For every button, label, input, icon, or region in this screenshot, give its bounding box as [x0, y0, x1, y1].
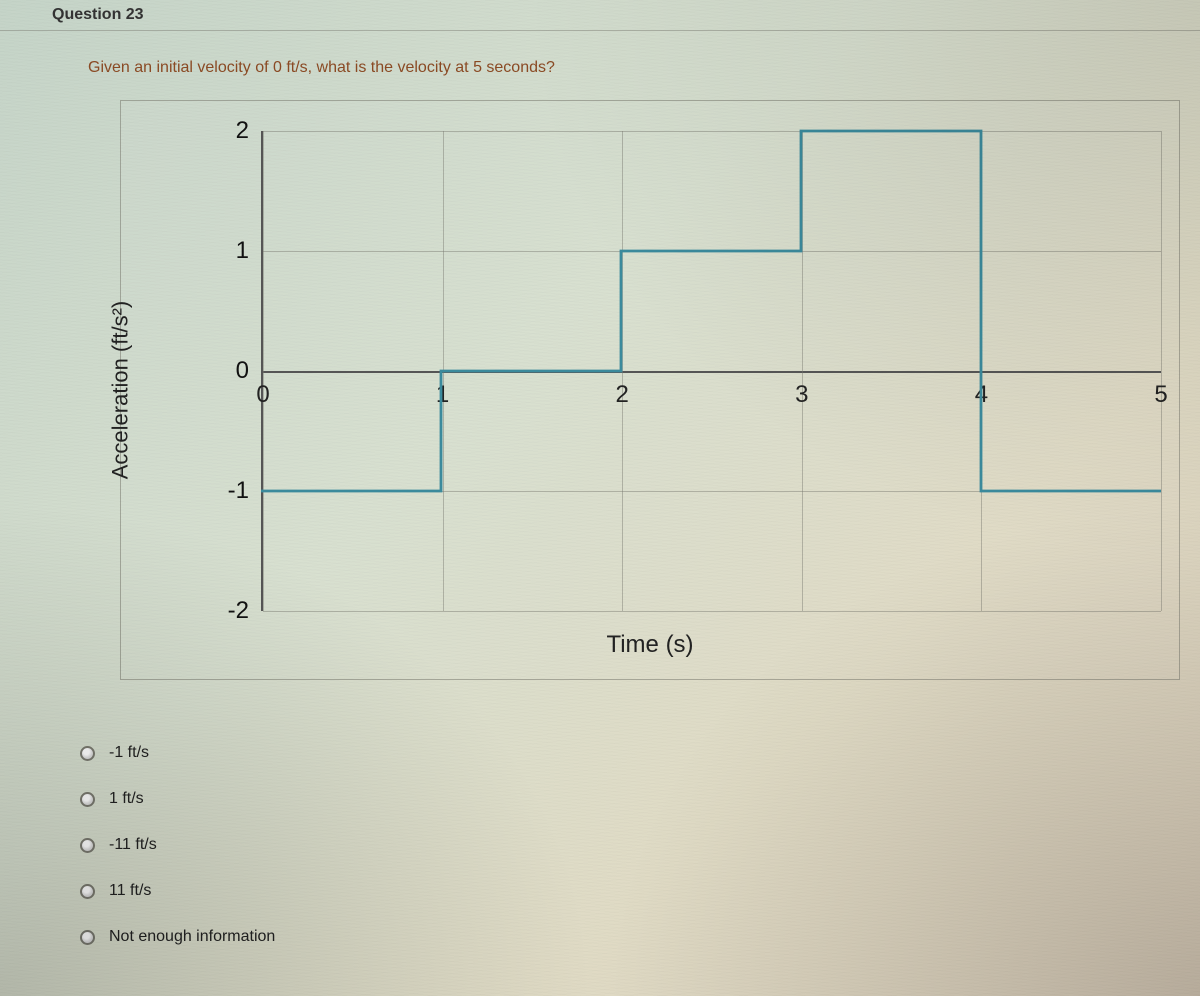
radio-icon[interactable]	[80, 746, 95, 761]
answer-option[interactable]: 11 ft/s	[80, 868, 275, 914]
answer-option[interactable]: -1 ft/s	[80, 730, 275, 776]
y-axis-label: Acceleration (ft/s²)	[107, 301, 133, 480]
ytick-1: 1	[236, 237, 249, 265]
answer-label: -1 ft/s	[109, 744, 149, 762]
ytick--1: -1	[228, 477, 249, 505]
ytick--2: -2	[228, 597, 249, 625]
question-prompt: Given an initial velocity of 0 ft/s, wha…	[0, 31, 1200, 97]
gridline-y-1	[263, 251, 1161, 252]
radio-icon[interactable]	[80, 792, 95, 807]
xtick-1: 1	[436, 381, 449, 409]
gridline-x-4	[981, 131, 982, 611]
xtick-5: 5	[1154, 381, 1167, 409]
answer-label: 1 ft/s	[109, 790, 144, 808]
answer-option[interactable]: Not enough information	[80, 914, 275, 960]
question-number: Question 23	[52, 6, 144, 23]
gridline-x-5	[1161, 131, 1162, 611]
answer-label: Not enough information	[109, 928, 275, 946]
answer-label: 11 ft/s	[109, 882, 151, 900]
gridline-y-0	[263, 371, 1161, 373]
xtick-4: 4	[975, 381, 988, 409]
gridline-y-2	[263, 131, 1161, 132]
gridline-y--1	[263, 491, 1161, 492]
answer-list: -1 ft/s 1 ft/s -11 ft/s 11 ft/s Not enou…	[80, 730, 275, 960]
answer-label: -11 ft/s	[109, 836, 157, 854]
gridline-x-0	[263, 131, 264, 611]
chart-plot-area: 2 1 0 -1 -2 0 1 2 3 4 5	[261, 131, 1161, 611]
xtick-3: 3	[795, 381, 808, 409]
radio-icon[interactable]	[80, 930, 95, 945]
xtick-0: 0	[256, 381, 269, 409]
ytick-0: 0	[236, 357, 249, 385]
gridline-x-3	[802, 131, 803, 611]
radio-icon[interactable]	[80, 838, 95, 853]
xtick-2: 2	[616, 381, 629, 409]
gridline-x-2	[622, 131, 623, 611]
gridline-x-1	[443, 131, 444, 611]
radio-icon[interactable]	[80, 884, 95, 899]
answer-option[interactable]: 1 ft/s	[80, 776, 275, 822]
chart-frame: Acceleration (ft/s²) Time (s) 2 1 0 -1 -…	[120, 100, 1180, 680]
answer-option[interactable]: -11 ft/s	[80, 822, 275, 868]
gridline-y--2	[263, 611, 1161, 612]
question-header: Question 23	[0, 0, 1200, 31]
ytick-2: 2	[236, 117, 249, 145]
x-axis-label: Time (s)	[606, 631, 693, 659]
